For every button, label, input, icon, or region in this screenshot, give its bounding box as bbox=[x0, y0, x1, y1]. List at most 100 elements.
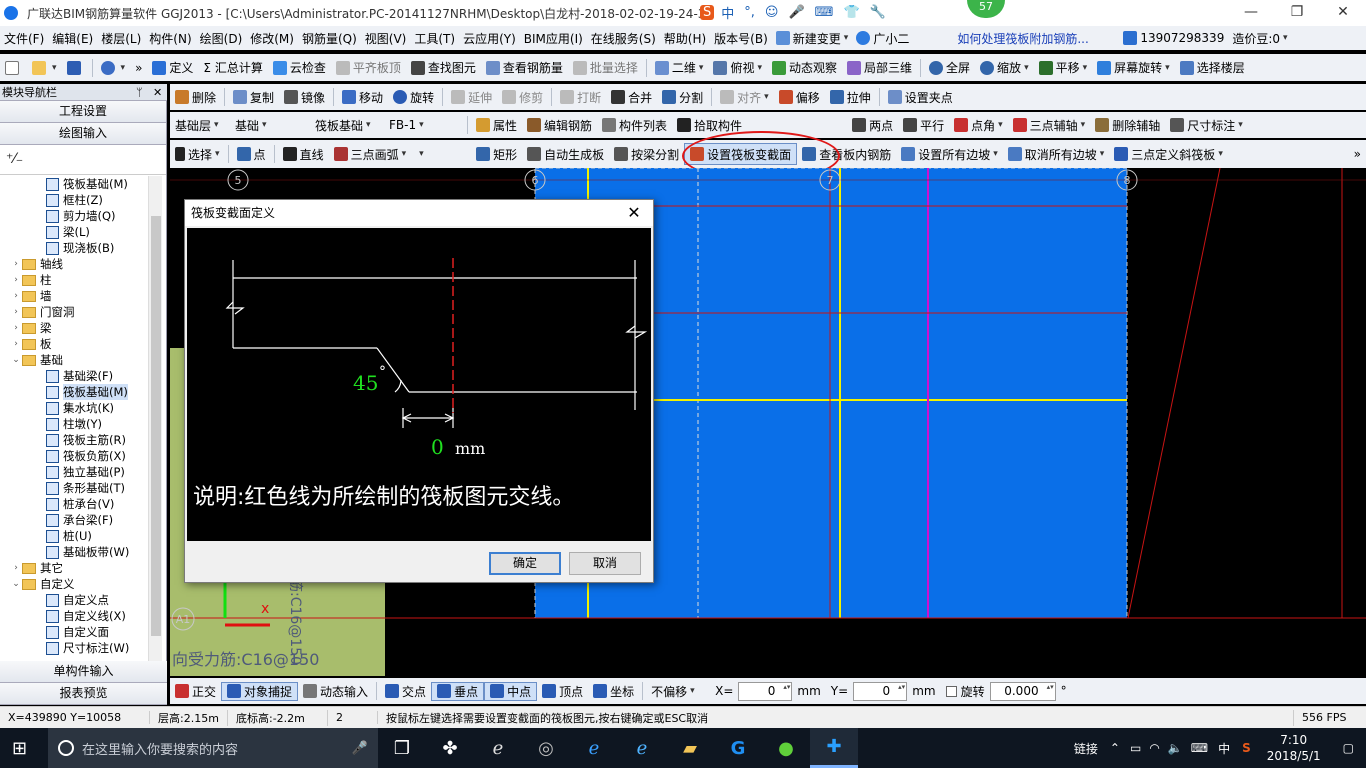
merge-button[interactable]: 合并 bbox=[606, 86, 657, 108]
move-button[interactable]: 移动 bbox=[337, 86, 388, 108]
view-slab-rebar-button[interactable]: 查看板内钢筋 bbox=[797, 143, 896, 165]
assistant-button[interactable]: 广小二 bbox=[852, 27, 913, 49]
tree-item[interactable]: 筏板负筋(X) bbox=[0, 448, 148, 464]
fullscreen-button[interactable]: 全屏 bbox=[924, 57, 975, 79]
report-preview-button[interactable]: 报表预览 bbox=[0, 683, 167, 705]
line-tool[interactable]: 直线 bbox=[278, 143, 329, 165]
fan-app-icon[interactable]: ✤ bbox=[426, 728, 474, 768]
local-3d-button[interactable]: 局部三维 bbox=[842, 57, 917, 79]
y-input[interactable]: 0 bbox=[853, 681, 908, 701]
tree-item[interactable]: 独立基础(P) bbox=[0, 464, 148, 480]
tree-folder[interactable]: ⌄ 自定义 bbox=[0, 576, 148, 592]
extend-button[interactable]: 延伸 bbox=[446, 86, 497, 108]
menu-bim[interactable]: BIM应用(I) bbox=[520, 27, 587, 49]
battery-icon[interactable]: ▭ bbox=[1126, 741, 1145, 755]
coordinate-snap[interactable]: 坐标 bbox=[588, 683, 639, 700]
three-point-axis-dropdown[interactable]: 三点辅轴 bbox=[1008, 114, 1091, 136]
expand-chevron-icon[interactable]: ⌄ bbox=[10, 576, 22, 592]
close-window-button[interactable]: ✕ bbox=[1320, 0, 1366, 26]
tree-item[interactable]: 自定义面 bbox=[0, 624, 148, 640]
floor-select[interactable]: 基础层 bbox=[170, 114, 230, 136]
menu-version[interactable]: 版本号(B) bbox=[710, 27, 772, 49]
tree-item[interactable]: 柱墩(Y) bbox=[0, 416, 148, 432]
green-app-icon[interactable]: ● bbox=[762, 728, 810, 768]
settings-wrench-icon[interactable]: 🔧 bbox=[867, 5, 889, 20]
align-dropdown[interactable]: 对齐 bbox=[715, 86, 774, 108]
perpendicular-snap[interactable]: 垂点 bbox=[431, 681, 485, 701]
dynamic-input-toggle[interactable]: 动态输入 bbox=[298, 683, 373, 700]
menu-file[interactable]: 文件(F) bbox=[0, 27, 48, 49]
rotate-checkbox[interactable]: 旋转 bbox=[941, 683, 990, 700]
x-input[interactable]: 0 bbox=[738, 681, 793, 701]
summary-calc-button[interactable]: Σ 汇总计算 bbox=[198, 57, 267, 79]
spiral-app-icon[interactable]: ◎ bbox=[522, 728, 570, 768]
offset-mode-select[interactable]: 不偏移 bbox=[646, 683, 710, 700]
edge-browser-icon[interactable]: ℯ bbox=[570, 728, 618, 768]
mic-taskbar-icon[interactable]: 🎤 bbox=[352, 741, 368, 756]
expand-collapse-icon[interactable]: ⁺⁄₋ bbox=[6, 151, 23, 167]
tree-item[interactable]: 自定义线(X) bbox=[0, 608, 148, 624]
tree-scroll-thumb[interactable] bbox=[151, 216, 161, 636]
cloud-check-button[interactable]: 云检查 bbox=[268, 57, 331, 79]
expand-chevron-icon[interactable]: › bbox=[10, 560, 22, 576]
ime-toolbar[interactable]: S 中 °, ☺ 🎤 ⌨ 👕 🔧 bbox=[700, 3, 889, 22]
menu-view[interactable]: 视图(V) bbox=[361, 27, 411, 49]
tree-item[interactable]: 自定义点 bbox=[0, 592, 148, 608]
undo-button[interactable] bbox=[96, 57, 131, 79]
pin-icon[interactable]: ᛘ bbox=[136, 84, 143, 101]
clock[interactable]: 7:10 2018/5/1 bbox=[1257, 732, 1331, 764]
menu-floor[interactable]: 楼层(L) bbox=[97, 27, 145, 49]
zoom-dropdown[interactable]: 缩放 bbox=[975, 57, 1034, 79]
menu-draw[interactable]: 绘图(D) bbox=[196, 27, 247, 49]
mirror-button[interactable]: 镜像 bbox=[279, 86, 330, 108]
menu-modify[interactable]: 修改(M) bbox=[246, 27, 298, 49]
open-button[interactable] bbox=[27, 57, 62, 79]
new-file-button[interactable] bbox=[0, 57, 27, 79]
punctuation-icon[interactable]: °, bbox=[741, 5, 758, 20]
expand-chevron-icon[interactable]: › bbox=[10, 272, 22, 288]
tree-item[interactable]: 承台梁(F) bbox=[0, 512, 148, 528]
rotate-input[interactable]: 0.000 bbox=[989, 681, 1056, 701]
properties-button[interactable]: 属性 bbox=[471, 114, 522, 136]
glodon-app-icon[interactable]: G bbox=[714, 728, 762, 768]
select-floor-button[interactable]: 选择楼层 bbox=[1175, 57, 1250, 79]
single-input-button[interactable]: 单构件输入 bbox=[0, 661, 167, 683]
parallel-axis-button[interactable]: 平行 bbox=[898, 114, 949, 136]
category-select[interactable]: 基础 bbox=[230, 114, 310, 136]
dialog-close-icon[interactable]: ✕ bbox=[621, 200, 647, 226]
ok-button[interactable]: 确定 bbox=[489, 552, 561, 575]
split-by-beam-button[interactable]: 按梁分割 bbox=[609, 143, 684, 165]
ggj-app-icon[interactable]: ✚ bbox=[810, 728, 858, 768]
object-snap-toggle[interactable]: 对象捕捉 bbox=[221, 681, 299, 701]
sogou-tray-icon[interactable]: S bbox=[1236, 741, 1257, 755]
wifi-icon[interactable]: ◠ bbox=[1145, 741, 1163, 755]
toolbar-overflow-icon[interactable]: » bbox=[1349, 143, 1366, 165]
restore-button[interactable]: ❐ bbox=[1274, 0, 1320, 26]
trim-button[interactable]: 修剪 bbox=[497, 86, 548, 108]
task-view-icon[interactable]: ❐ bbox=[378, 728, 426, 768]
tree-folder[interactable]: › 其它 bbox=[0, 560, 148, 576]
tree-item[interactable]: 筏板主筋(R) bbox=[0, 432, 148, 448]
notification-center-icon[interactable]: ▢ bbox=[1331, 741, 1366, 755]
new-change-button[interactable]: 新建变更 bbox=[772, 27, 853, 49]
emoji-icon[interactable]: ☺ bbox=[762, 5, 782, 20]
tree-item[interactable]: 剪力墙(Q) bbox=[0, 208, 148, 224]
notification-badge[interactable]: 57 bbox=[967, 0, 1005, 18]
menu-cloud[interactable]: 云应用(Y) bbox=[459, 27, 520, 49]
pan-dropdown[interactable]: 平移 bbox=[1034, 57, 1093, 79]
menu-tools[interactable]: 工具(T) bbox=[410, 27, 459, 49]
ortho-toggle[interactable]: 正交 bbox=[170, 683, 221, 700]
tray-ime[interactable]: 中 bbox=[1212, 740, 1236, 757]
touch-keyboard-icon[interactable]: ⌨ bbox=[1187, 741, 1212, 755]
expand-chevron-icon[interactable]: › bbox=[10, 336, 22, 352]
tree-item[interactable]: 现浇板(B) bbox=[0, 240, 148, 256]
set-all-slopes-dropdown[interactable]: 设置所有边坡 bbox=[896, 143, 1003, 165]
set-variable-section-button[interactable]: 设置筏板变截面 bbox=[684, 143, 798, 165]
shape-select[interactable] bbox=[411, 143, 471, 165]
view-2d-dropdown[interactable]: 二维 bbox=[650, 57, 709, 79]
offset-value[interactable]: 0 bbox=[431, 435, 444, 459]
rotate-button[interactable]: 旋转 bbox=[388, 86, 439, 108]
arc-tool[interactable]: 三点画弧 bbox=[329, 143, 412, 165]
skin-icon[interactable]: 👕 bbox=[840, 5, 862, 20]
beans-balance[interactable]: 造价豆:0 bbox=[1228, 27, 1291, 49]
